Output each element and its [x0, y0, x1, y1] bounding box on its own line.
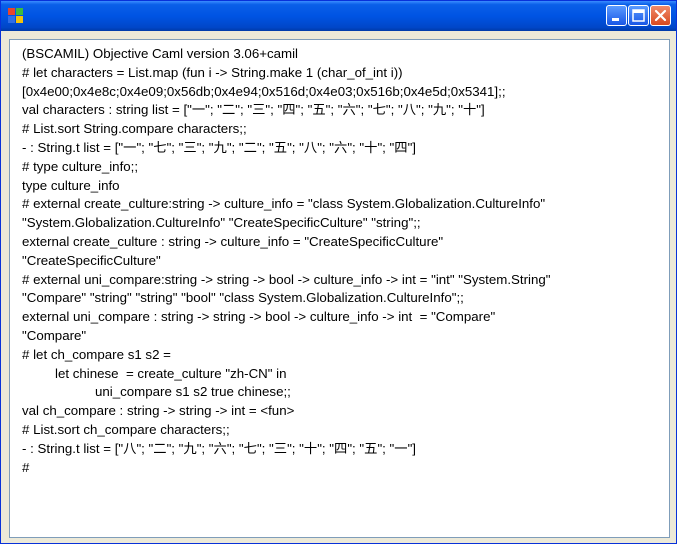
- console-line: # type culture_info;;: [22, 158, 139, 174]
- app-icon-red-quadrant: [8, 8, 15, 15]
- console-line: type culture_info: [22, 177, 120, 193]
- console-line: - : String.t list = ["八"; "二"; "九"; "六";…: [22, 440, 416, 456]
- console-output: (BSCAMIL) Objective Caml version 3.06+ca…: [22, 45, 550, 477]
- close-button[interactable]: [650, 5, 671, 26]
- app-icon-blue-quadrant: [8, 16, 15, 23]
- console-line: let chinese = create_culture "zh-CN" in: [55, 365, 287, 381]
- console-line: external create_culture : string -> cult…: [22, 233, 444, 249]
- console-line: # List.sort ch_compare characters;;: [22, 421, 230, 437]
- console-line: # external create_culture:string -> cult…: [22, 196, 546, 212]
- console-line: val characters : string list = ["一"; "二"…: [22, 102, 485, 118]
- console-line: (BSCAMIL) Objective Caml version 3.06+ca…: [22, 46, 299, 61]
- app-icon-green-quadrant: [16, 8, 23, 15]
- console-line: # let ch_compare s1 s2 =: [22, 346, 171, 362]
- app-window: (BSCAMIL) Objective Caml version 3.06+ca…: [0, 0, 677, 544]
- console-line: external uni_compare : string -> string …: [22, 309, 496, 325]
- console-line: #: [22, 459, 30, 475]
- minimize-icon: [612, 18, 619, 21]
- minimize-button[interactable]: [606, 5, 627, 26]
- console-line: # let characters = List.map (fun i -> St…: [22, 64, 403, 80]
- console-line: [0x4e00;0x4e8c;0x4e09;0x56db;0x4e94;0x51…: [22, 83, 506, 99]
- close-icon: [654, 9, 667, 22]
- maximize-button[interactable]: [628, 5, 649, 26]
- console-line: "CreateSpecificCulture": [22, 252, 161, 268]
- console-textarea[interactable]: (BSCAMIL) Objective Caml version 3.06+ca…: [9, 39, 670, 538]
- console-line: "System.Globalization.CultureInfo" "Crea…: [22, 215, 421, 231]
- app-icon-yellow-quadrant: [16, 16, 23, 23]
- console-line: val ch_compare : string -> string -> int…: [22, 403, 295, 419]
- console-line: "Compare" "string" "string" "bool" "clas…: [22, 290, 464, 306]
- console-line: - : String.t list = ["一"; "七"; "三"; "九";…: [22, 139, 416, 155]
- console-line: "Compare": [22, 327, 87, 343]
- maximize-icon: [632, 9, 645, 22]
- console-line: uni_compare s1 s2 true chinese;;: [95, 384, 291, 400]
- app-icon[interactable]: [8, 8, 24, 24]
- console-line: # external uni_compare:string -> string …: [22, 271, 551, 287]
- title-bar[interactable]: [1, 1, 676, 31]
- console-line: # List.sort String.compare characters;;: [22, 121, 247, 137]
